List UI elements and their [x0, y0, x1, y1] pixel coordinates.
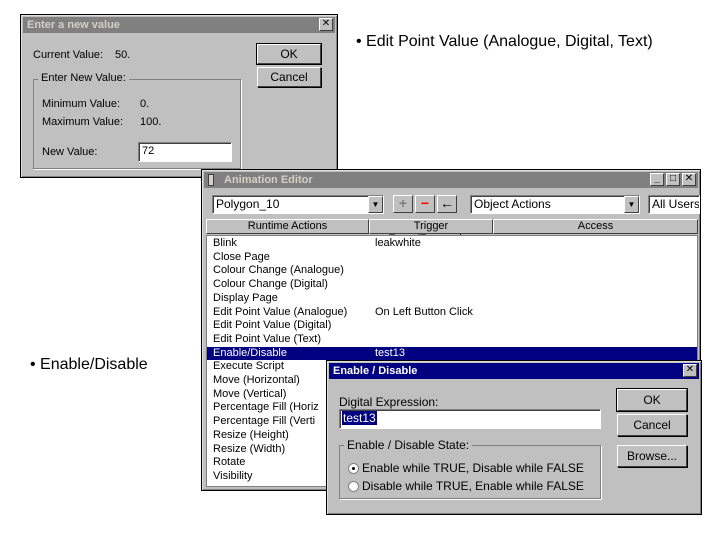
ok-button[interactable]: OK [256, 43, 322, 65]
digital-expression-label: Digital Expression: [339, 395, 439, 409]
app-icon [208, 174, 214, 186]
trigger-value: test13 [375, 346, 405, 359]
enable-disable-titlebar[interactable]: Enable / Disable ✕ [329, 363, 699, 379]
users-combo-value: All Users [652, 197, 700, 211]
action-name: Rotate [213, 456, 246, 469]
radio-enable-while-true[interactable] [348, 463, 359, 474]
category-combo-value: Object Actions [474, 197, 551, 211]
list-item[interactable]: Close Page [207, 251, 697, 265]
action-name: Percentage Fill (Horiz [213, 401, 319, 414]
users-combo[interactable]: All Users [648, 195, 700, 214]
new-value-group-label: Enter New Value: [38, 72, 129, 84]
column-header-access[interactable]: Access [493, 219, 698, 234]
trigger-value: On Left Button Click [375, 305, 473, 318]
new-value-group: Enter New Value: Minimum Value: 0. Maxim… [33, 72, 241, 169]
action-name: Enable/Disable [213, 346, 287, 359]
state-group-label: Enable / Disable State: [344, 438, 473, 452]
digital-expression-value: test13 [342, 411, 377, 425]
list-item[interactable]: Colour Change (Digital) [207, 278, 697, 292]
enable-disable-title: Enable / Disable [333, 365, 418, 377]
close-icon[interactable]: ✕ [682, 173, 696, 186]
dropdown-arrow-icon[interactable]: ▼ [368, 196, 383, 213]
action-name: Edit Point Value (Analogue) [213, 305, 348, 318]
enter-value-dialog: Enter a new value ✕ Current Value: 50. O… [20, 14, 338, 178]
action-name: Edit Point Value (Digital) [213, 319, 332, 332]
enter-value-titlebar[interactable]: Enter a new value ✕ [23, 17, 335, 33]
dropdown-arrow-icon[interactable]: ▼ [624, 196, 639, 213]
object-combo-value: Polygon_10 [216, 197, 280, 211]
list-item[interactable]: Edit Point Value (Digital) [207, 319, 697, 333]
minimum-value: 0. [140, 98, 150, 110]
object-combo[interactable]: Polygon_10 ▼ [212, 195, 384, 214]
action-name: Blink [213, 237, 237, 249]
close-icon[interactable]: ✕ [683, 364, 697, 377]
trigger-value: leakwhite [375, 237, 421, 249]
option-disable-while-true-label[interactable]: Disable while TRUE, Enable while FALSE [362, 479, 584, 493]
maximize-icon[interactable]: □ [666, 173, 680, 186]
action-name: Execute Script [213, 360, 284, 373]
column-header-runtime-actions[interactable]: Runtime Actions [206, 219, 369, 234]
state-group: Enable / Disable State: Enable while TRU… [339, 438, 601, 499]
cancel-button[interactable]: Cancel [257, 67, 321, 87]
browse-button[interactable]: Browse... [617, 445, 687, 467]
action-name: Colour Change (Analogue) [213, 264, 344, 277]
list-item[interactable]: Enable/Disable test13 [207, 346, 697, 361]
enable-disable-dialog: Enable / Disable ✕ Digital Expression: t… [326, 360, 702, 515]
list-item[interactable]: Edit Point Value (Analogue) On Left Butto… [207, 306, 697, 320]
cancel-button[interactable]: Cancel [617, 414, 687, 436]
action-name: Move (Vertical) [213, 387, 287, 400]
action-name: Display Page [213, 291, 278, 304]
enter-value-title: Enter a new value [27, 19, 120, 31]
animation-editor-titlebar[interactable]: Animation Editor _ □ ✕ [204, 172, 698, 188]
action-name: Edit Point Value (Text) [213, 332, 322, 345]
action-name: Percentage Fill (Verti [213, 415, 316, 428]
option-enable-while-true-label[interactable]: Enable while TRUE, Disable while FALSE [362, 461, 584, 475]
minimum-value-label: Minimum Value: [42, 98, 121, 110]
action-name: Resize (Width) [213, 442, 286, 455]
column-header-trigger[interactable]: Trigger Event/Expression [369, 219, 493, 245]
list-item[interactable]: Edit Point Value (Text) [207, 333, 697, 347]
radio-disable-while-true[interactable] [348, 481, 359, 492]
action-name: Move (Horizontal) [213, 374, 300, 386]
action-name: Resize (Height) [213, 428, 289, 441]
close-icon[interactable]: ✕ [319, 18, 333, 31]
slide-bullet-edit-point: • Edit Point Value (Analogue, Digital, T… [356, 33, 653, 50]
action-name: Colour Change (Digital) [213, 278, 328, 291]
maximum-value-label: Maximum Value: [42, 116, 124, 128]
new-value-input[interactable]: 72 [138, 142, 232, 162]
maximum-value: 100. [140, 116, 162, 128]
minimize-icon[interactable]: _ [650, 173, 664, 186]
action-name: Visibility [213, 469, 253, 482]
list-item[interactable]: Display Page [207, 292, 697, 306]
list-item[interactable]: Blink leakwhite [207, 237, 697, 251]
action-name: Close Page [213, 250, 270, 263]
slide-bullet-enable-disable: • Enable/Disable [30, 356, 148, 373]
add-icon[interactable]: + [393, 195, 413, 213]
back-arrow-icon[interactable]: ← [437, 195, 457, 213]
digital-expression-input[interactable]: test13 [339, 409, 601, 429]
animation-editor-title: Animation Editor [224, 174, 313, 186]
ok-button[interactable]: OK [616, 388, 688, 412]
new-value-label: New Value: [42, 146, 98, 158]
list-item[interactable]: Colour Change (Analogue) [207, 264, 697, 278]
remove-icon[interactable]: − [415, 195, 435, 213]
current-value-label: Current Value: [33, 49, 104, 61]
current-value: 50. [115, 49, 131, 61]
category-combo[interactable]: Object Actions ▼ [470, 195, 640, 214]
